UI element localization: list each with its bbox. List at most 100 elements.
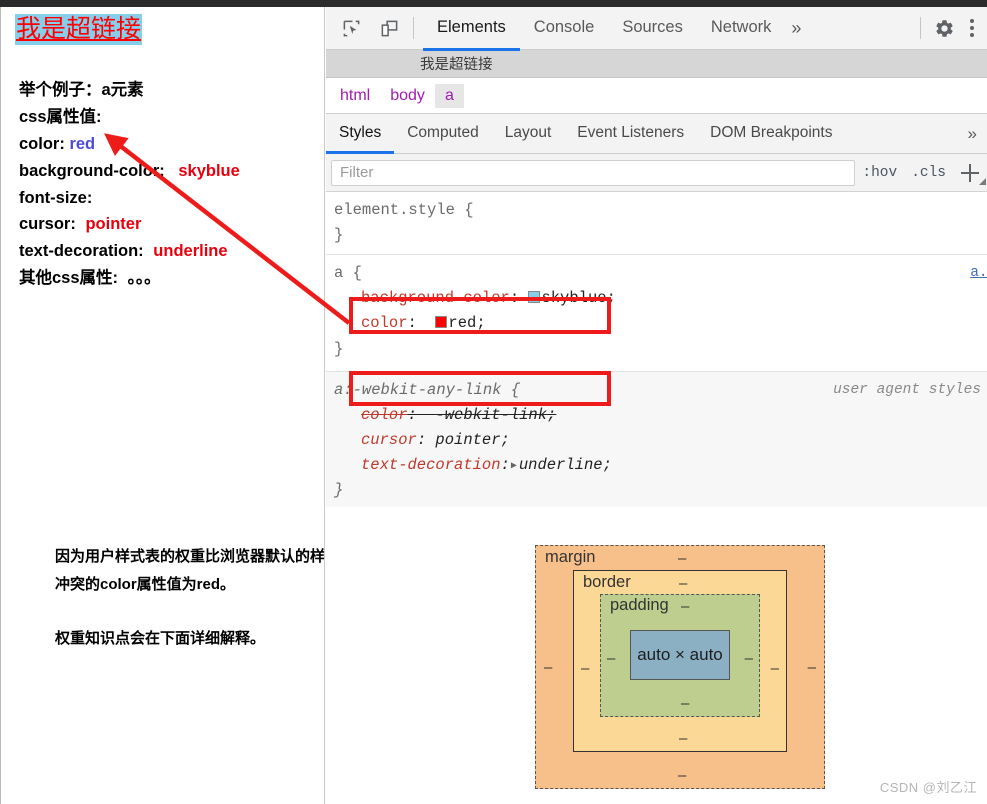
tab-sources[interactable]: Sources xyxy=(608,8,697,51)
box-model-content[interactable]: auto × auto xyxy=(630,630,730,680)
padding-bottom-value[interactable]: – xyxy=(681,695,689,712)
tab-layout[interactable]: Layout xyxy=(492,115,565,154)
dom-tree-strip: 我是超链接 xyxy=(326,50,987,78)
declaration-property: cursor xyxy=(361,430,417,449)
expand-triangle-icon[interactable]: ▶ xyxy=(511,459,517,475)
rendered-page-pane: 我是超链接 举个例子：a元素 css属性值: color: red backgr… xyxy=(0,7,325,804)
cls-toggle-button[interactable]: .cls xyxy=(904,165,953,181)
gear-icon[interactable] xyxy=(927,13,961,43)
tab-elements[interactable]: Elements xyxy=(423,8,520,51)
declaration-text-decoration[interactable]: text-decoration:▶ underline; xyxy=(334,453,987,478)
rule-origin-label: user agent styles xyxy=(833,381,981,398)
prop-name-background-color: background-color: xyxy=(19,161,165,180)
styles-sidebar-tabs: Styles Computed Layout Event Listeners D… xyxy=(326,114,987,154)
padding-right-value[interactable]: – xyxy=(745,650,753,667)
prop-row-font-size: font-size: xyxy=(19,185,240,212)
more-options-icon[interactable] xyxy=(961,13,983,43)
toolbar-divider-right xyxy=(920,17,921,39)
devtools-tab-list: Elements Console Sources Network » xyxy=(423,7,809,51)
prop-name-cursor: cursor: xyxy=(19,215,76,234)
box-model-border-label: border xyxy=(583,573,631,591)
color-swatch[interactable] xyxy=(528,291,541,304)
note-line-2: 冲突的color属性值为red。 xyxy=(55,575,236,593)
declaration-value: red xyxy=(448,314,477,333)
prop-name-color: color: xyxy=(19,134,65,153)
styles-rules-list: element.style { } a { a.ht background-co… xyxy=(326,192,987,514)
page-hyperlink[interactable]: 我是超链接 xyxy=(15,14,143,46)
styles-filter-bar: :hov .cls xyxy=(326,154,987,192)
prop-row-cursor: cursor: pointer xyxy=(19,211,240,238)
prop-value-color: red xyxy=(69,134,96,153)
rule-close-brace: } xyxy=(334,481,344,500)
box-model-border[interactable]: border – – – – padding – – – – auto × au… xyxy=(573,570,787,752)
props-title: 举个例子：a元素 xyxy=(19,81,144,99)
more-sidebar-tabs-chevron-icon[interactable]: » xyxy=(958,114,987,153)
declaration-cursor[interactable]: cursor: pointer; xyxy=(334,428,987,453)
page-property-list: 举个例子：a元素 css属性值: color: red background-c… xyxy=(19,77,240,292)
inspect-element-icon[interactable] xyxy=(336,13,366,43)
prop-name-text-decoration: text-decoration: xyxy=(19,242,144,261)
declaration-property: color xyxy=(361,405,408,424)
prop-value-cursor: pointer xyxy=(85,215,142,234)
declaration-value: -webkit-link xyxy=(435,405,548,424)
tab-network[interactable]: Network xyxy=(697,8,786,51)
prop-value-other: 。。。 xyxy=(127,269,161,288)
border-bottom-value[interactable]: – xyxy=(679,730,687,747)
declaration-property: background-color xyxy=(361,289,510,308)
margin-right-value[interactable]: – xyxy=(808,659,816,676)
declaration-color-ua[interactable]: color: -webkit-link; xyxy=(334,403,987,428)
toolbar-right-group xyxy=(918,13,987,43)
prop-name-other: 其他css属性: xyxy=(19,269,119,288)
tab-event-listeners[interactable]: Event Listeners xyxy=(564,115,697,154)
margin-left-value[interactable]: – xyxy=(544,659,552,676)
breadcrumb-item-a[interactable]: a xyxy=(434,83,464,108)
margin-bottom-value[interactable]: – xyxy=(678,767,686,784)
box-model-margin-label: margin xyxy=(545,548,596,566)
color-swatch[interactable] xyxy=(435,316,448,329)
rule-webkit-any-link[interactable]: a:-webkit-any-link { user agent styles c… xyxy=(326,371,987,514)
explanation-note: 因为用户样式表的权重比浏览器默认的样式表权重大，所以 冲突的color属性值为r… xyxy=(55,543,325,652)
padding-top-value[interactable]: – xyxy=(681,598,689,615)
tab-console[interactable]: Console xyxy=(520,8,609,51)
dom-node-text: 我是超链接 xyxy=(420,57,493,73)
declaration-value: underline xyxy=(518,455,603,474)
declaration-background-color[interactable]: background-color: skyblue; xyxy=(334,286,987,311)
breadcrumb-item-body[interactable]: body xyxy=(380,84,435,108)
declaration-property: text-decoration xyxy=(361,455,501,474)
filter-input[interactable] xyxy=(331,159,856,186)
box-model-margin[interactable]: margin – – – – border – – – – padding – … xyxy=(535,545,825,789)
declaration-color[interactable]: color: red; xyxy=(334,311,987,336)
plus-icon[interactable] xyxy=(953,158,987,188)
border-top-value[interactable]: – xyxy=(679,575,687,592)
margin-top-value[interactable]: – xyxy=(678,550,686,567)
box-model-diagram: margin – – – – border – – – – padding – … xyxy=(326,507,987,804)
tab-dom-breakpoints[interactable]: DOM Breakpoints xyxy=(697,115,845,154)
declaration-value: skyblue xyxy=(541,289,607,308)
hov-toggle-button[interactable]: :hov xyxy=(855,165,904,181)
toolbar-divider xyxy=(413,17,414,39)
rule-selector: a { xyxy=(334,264,362,283)
rule-source-file-link[interactable]: a.ht xyxy=(970,262,987,285)
breadcrumb-item-html[interactable]: html xyxy=(330,84,380,108)
box-model-padding-label: padding xyxy=(610,596,669,614)
tab-computed[interactable]: Computed xyxy=(394,115,492,154)
csdn-watermark: CSDN @刘乙江 xyxy=(879,780,977,795)
breadcrumb: html body a xyxy=(326,78,987,114)
box-model-padding[interactable]: padding – – – – auto × auto xyxy=(600,594,760,717)
tab-styles[interactable]: Styles xyxy=(326,115,395,154)
rule-element-style[interactable]: element.style { } xyxy=(326,192,987,256)
rule-a[interactable]: a { a.ht background-color: skyblue; colo… xyxy=(326,255,987,372)
border-right-value[interactable]: – xyxy=(771,660,779,677)
more-tabs-chevron-icon[interactable]: » xyxy=(785,7,809,50)
padding-left-value[interactable]: – xyxy=(607,650,615,667)
device-toolbar-icon[interactable] xyxy=(374,13,404,43)
props-subtitle: css属性值: xyxy=(19,107,102,126)
rule-close-brace: } xyxy=(334,339,344,358)
border-left-value[interactable]: – xyxy=(581,660,589,677)
screenshot-root: 我是超链接 举个例子：a元素 css属性值: color: red backgr… xyxy=(0,0,987,804)
rule-selector: element.style { xyxy=(334,201,474,219)
prop-name-font-size: font-size: xyxy=(19,188,93,207)
prop-value-background-color: skyblue xyxy=(178,161,240,180)
note-line-1: 因为用户样式表的权重比浏览器默认的样式表权重大，所以 xyxy=(55,548,325,565)
devtools-toolbar: Elements Console Sources Network » xyxy=(326,7,987,51)
